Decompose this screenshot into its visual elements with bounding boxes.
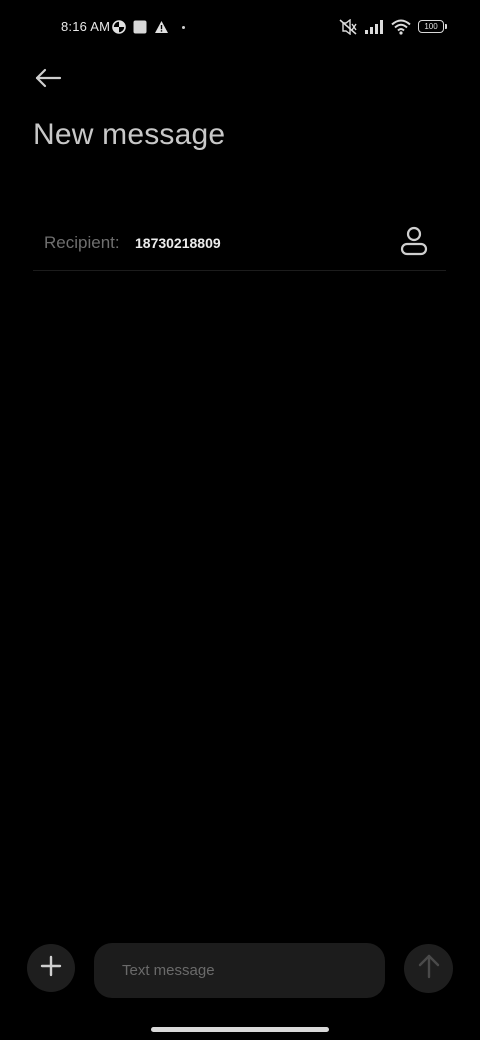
status-bar: 8:16 AM 100 — [0, 0, 480, 54]
recipient-label: Recipient: — [44, 233, 120, 252]
battery-level: 100 — [424, 21, 438, 31]
mute-icon — [338, 19, 358, 35]
back-button[interactable] — [28, 62, 68, 98]
home-indicator[interactable] — [151, 1027, 329, 1032]
status-time: 8:16 AM — [61, 19, 111, 34]
page-title: New message — [33, 118, 226, 151]
warning-icon — [153, 19, 169, 35]
battery-icon: 100 — [418, 20, 447, 33]
square-notification-icon — [132, 19, 147, 35]
new-message-screen: 8:16 AM 100 New message Recipient: 18730… — [0, 0, 480, 1040]
person-icon — [400, 226, 428, 261]
recipient-row[interactable]: Recipient: 18730218809 — [33, 215, 446, 271]
add-attachment-button[interactable] — [27, 944, 75, 992]
contact-picker-button[interactable] — [398, 226, 430, 261]
send-button[interactable] — [404, 944, 453, 993]
recipient-value[interactable]: 18730218809 — [135, 235, 221, 251]
signal-icon — [364, 19, 386, 35]
data-saver-icon — [111, 19, 127, 35]
message-input[interactable] — [94, 943, 385, 998]
wifi-icon — [390, 19, 412, 35]
dot-icon — [182, 26, 185, 29]
arrow-up-icon — [417, 953, 441, 984]
arrow-left-icon — [34, 68, 62, 93]
plus-icon — [40, 955, 62, 982]
